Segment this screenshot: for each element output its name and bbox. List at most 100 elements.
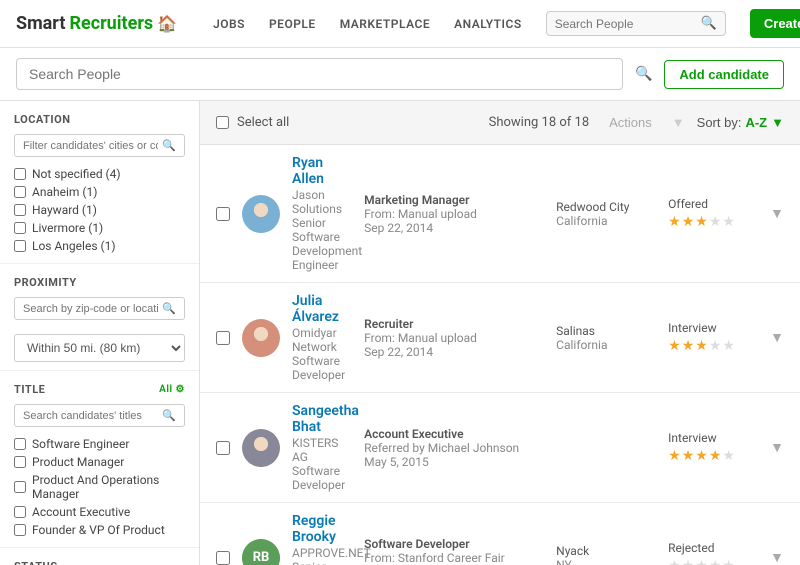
star-empty: ★ [722, 214, 735, 230]
sort-button[interactable]: Sort by: A-Z ▼ [697, 115, 784, 130]
candidate-name: Sangeetha Bhat [292, 403, 352, 435]
candidate-role: Software Developer [292, 464, 352, 492]
location-item-livermore[interactable]: Livermore (1) [14, 219, 185, 237]
location-item-anaheim[interactable]: Anaheim (1) [14, 183, 185, 201]
showing-count: Showing 18 of 18 [489, 115, 590, 130]
candidate-location: Nyack NY [556, 544, 656, 565]
candidate-name: Ryan Allen [292, 155, 352, 187]
create-job-button[interactable]: Create a Job [750, 9, 800, 38]
candidate-checkbox[interactable] [216, 441, 230, 455]
expand-icon[interactable]: ▼ [770, 329, 784, 346]
title-item-software-engineer[interactable]: Software Engineer [14, 435, 185, 453]
nav-marketplace[interactable]: Marketplace [340, 17, 430, 31]
star-filled: ★ [682, 448, 695, 464]
table-row[interactable]: Julia Álvarez Omidyar Network Software D… [200, 283, 800, 393]
title-item-product-ops[interactable]: Product And Operations Manager [14, 471, 185, 503]
sort-label: Sort by: [697, 115, 742, 130]
candidate-role: Senior Software Engineer [292, 560, 352, 565]
title-item-account-executive[interactable]: Account Executive [14, 503, 185, 521]
title-section-title: Title All ⚙ [14, 383, 185, 396]
location-checkbox-hayward[interactable] [14, 204, 26, 216]
add-candidate-button[interactable]: Add candidate [664, 60, 784, 89]
star-empty: ★ [722, 338, 735, 354]
candidate-info: Sangeetha Bhat KISTERS AG Software Devel… [292, 403, 352, 492]
location-search-input[interactable] [23, 140, 158, 152]
actions-button[interactable]: Actions [601, 111, 660, 134]
home-icon[interactable]: 🏠 [157, 14, 177, 33]
candidate-status-col: Offered ★★★★★ [668, 197, 758, 230]
candidate-job-title: Software Developer [364, 537, 544, 551]
title-filter-search[interactable]: 🔍 [14, 404, 185, 427]
location-filter-search[interactable]: 🔍 [14, 134, 185, 157]
candidate-job-source: From: Manual upload [364, 207, 544, 221]
nav-analytics[interactable]: Analytics [454, 17, 522, 31]
star-filled: ★ [668, 338, 681, 354]
proximity-select[interactable]: Within 50 mi. (80 km) [14, 334, 185, 362]
candidate-job-title: Recruiter [364, 317, 544, 331]
title-item-product-manager[interactable]: Product Manager [14, 453, 185, 471]
proximity-search[interactable]: 🔍 [14, 297, 185, 320]
title-checkbox-account-executive[interactable] [14, 506, 26, 518]
location-item-not-specified[interactable]: Not specified (4) [14, 165, 185, 183]
candidate-name: Reggie Brooky [292, 513, 352, 545]
logo: SmartRecruiters 🏠 [16, 13, 177, 34]
sidebar-status-section: Status 🔍 Lead (4) New (1) In-Review (5) … [0, 548, 199, 565]
sidebar-proximity-section: Proximity 🔍 Within 50 mi. (80 km) [0, 264, 199, 371]
divider: ▼ [672, 115, 685, 131]
nav-jobs[interactable]: Jobs [213, 17, 245, 31]
nav-people[interactable]: People [269, 17, 316, 31]
candidate-info: Julia Álvarez Omidyar Network Software D… [292, 293, 352, 382]
people-search-input[interactable] [16, 58, 623, 90]
proximity-section-title: Proximity [14, 276, 185, 289]
avatar: RB [242, 539, 280, 565]
location-checkbox-los-angeles[interactable] [14, 240, 26, 252]
candidate-job-date: Sep 22, 2014 [364, 345, 544, 359]
title-checkbox-product-ops[interactable] [14, 481, 26, 493]
title-item-founder-vp[interactable]: Founder & VP Of Product [14, 521, 185, 539]
star-empty: ★ [682, 558, 695, 565]
candidate-checkbox[interactable] [216, 331, 230, 345]
nav-search-box[interactable]: 🔍 [546, 11, 726, 36]
location-checkbox-not-specified[interactable] [14, 168, 26, 180]
title-checkbox-founder-vp[interactable] [14, 524, 26, 536]
star-empty: ★ [709, 214, 722, 230]
star-empty: ★ [709, 558, 722, 565]
expand-icon[interactable]: ▼ [770, 205, 784, 222]
candidate-status-col: Rejected ★★★★★ [668, 541, 758, 565]
candidate-company: KISTERS AG [292, 436, 352, 464]
table-row[interactable]: Ryan Allen Jason Solutions Senior Softwa… [200, 145, 800, 283]
proximity-search-input[interactable] [23, 303, 158, 315]
candidate-location-city: Salinas [556, 324, 656, 338]
candidate-location-state: NY [556, 558, 656, 565]
table-row[interactable]: RB Reggie Brooky APPROVE.NET Senior Soft… [200, 503, 800, 565]
title-checkbox-software-engineer[interactable] [14, 438, 26, 450]
search-icon: 🔍 [162, 409, 176, 422]
expand-icon[interactable]: ▼ [770, 549, 784, 565]
candidate-role: Senior Software Development Engineer [292, 216, 352, 272]
title-search-input[interactable] [23, 410, 158, 422]
people-search-row: 🔍 Add candidate [0, 48, 800, 101]
location-checkbox-anaheim[interactable] [14, 186, 26, 198]
location-checkbox-livermore[interactable] [14, 222, 26, 234]
expand-icon[interactable]: ▼ [770, 439, 784, 456]
table-row[interactable]: Sangeetha Bhat KISTERS AG Software Devel… [200, 393, 800, 503]
location-item-hayward[interactable]: Hayward (1) [14, 201, 185, 219]
candidate-checkbox[interactable] [216, 207, 230, 221]
title-all-link[interactable]: All ⚙ [159, 384, 185, 395]
avatar [242, 319, 280, 357]
status-badge: Interview [668, 321, 758, 335]
candidate-status-col: Interview ★★★★★ [668, 321, 758, 354]
sidebar-location-section: Location 🔍 Not specified (4) Anaheim (1)… [0, 101, 199, 264]
star-filled: ★ [682, 338, 695, 354]
sidebar: Location 🔍 Not specified (4) Anaheim (1)… [0, 101, 200, 565]
select-all-label: Select all [237, 115, 289, 130]
star-filled: ★ [668, 214, 681, 230]
select-all-checkbox[interactable] [216, 116, 229, 129]
search-icon: 🔍 [635, 66, 652, 82]
candidate-company: Jason Solutions [292, 188, 352, 216]
location-item-los-angeles[interactable]: Los Angeles (1) [14, 237, 185, 255]
title-checkbox-product-manager[interactable] [14, 456, 26, 468]
candidate-location-city: Nyack [556, 544, 656, 558]
nav-search-input[interactable] [555, 17, 695, 31]
candidate-info: Ryan Allen Jason Solutions Senior Softwa… [292, 155, 352, 272]
